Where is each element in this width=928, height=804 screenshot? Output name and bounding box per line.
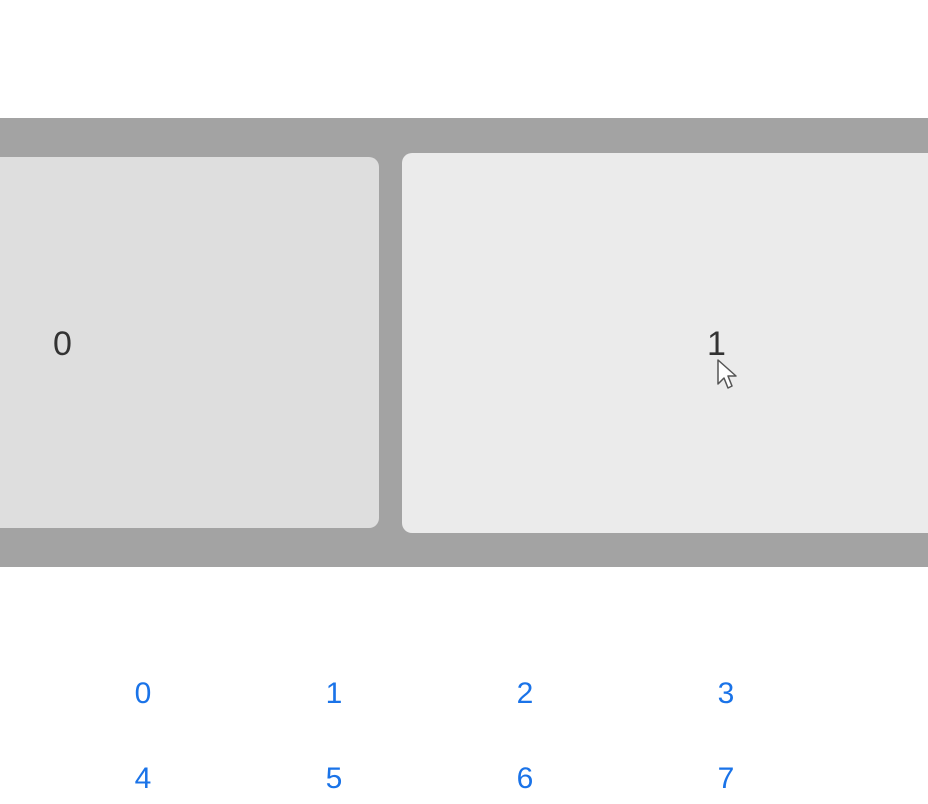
slide-label: 1 xyxy=(707,325,726,363)
page-link-1[interactable]: 1 xyxy=(314,677,354,711)
page-link-3[interactable]: 3 xyxy=(706,677,746,711)
carousel[interactable]: 0 1 xyxy=(0,118,928,567)
slide-0[interactable]: 0 xyxy=(0,157,379,528)
slide-1[interactable]: 1 xyxy=(402,153,928,533)
page: 0 1 0 1 2 3 4 5 6 7 xyxy=(0,0,928,804)
page-link-6[interactable]: 6 xyxy=(505,762,545,796)
slide-label: 0 xyxy=(53,325,72,363)
page-link-2[interactable]: 2 xyxy=(505,677,545,711)
page-link-0[interactable]: 0 xyxy=(123,677,163,711)
page-index-links: 0 1 2 3 4 5 6 7 xyxy=(0,660,928,800)
page-link-7[interactable]: 7 xyxy=(706,762,746,796)
page-link-4[interactable]: 4 xyxy=(123,762,163,796)
page-link-5[interactable]: 5 xyxy=(314,762,354,796)
